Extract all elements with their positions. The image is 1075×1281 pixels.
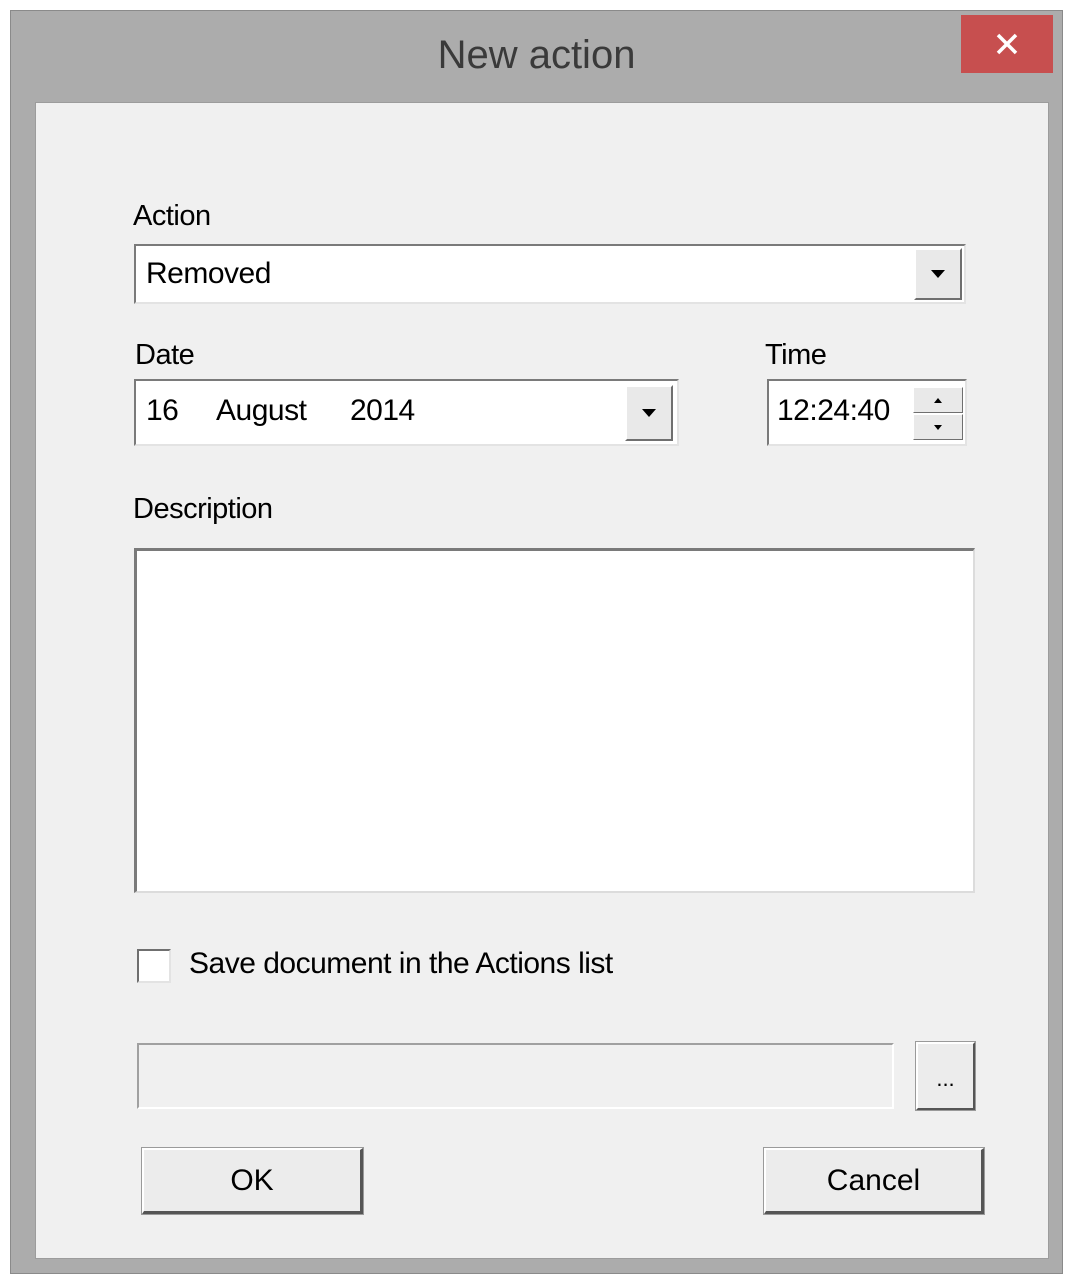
time-spin-down-button[interactable] [913, 414, 963, 440]
date-day[interactable]: 16 [146, 394, 179, 428]
spin-down-icon [934, 424, 942, 430]
cancel-button[interactable]: Cancel [763, 1147, 985, 1215]
document-path-field [137, 1043, 894, 1109]
chevron-down-icon [642, 409, 656, 417]
ok-button[interactable]: OK [141, 1147, 364, 1215]
time-picker[interactable]: 12:24:40 [767, 379, 967, 446]
browse-button[interactable]: ... [915, 1041, 976, 1111]
save-document-label[interactable]: Save document in the Actions list [189, 947, 613, 981]
time-label: Time [765, 339, 827, 371]
date-month[interactable]: August [216, 394, 307, 428]
date-picker[interactable]: 16 August 2014 [134, 379, 679, 446]
description-textarea[interactable] [134, 548, 975, 893]
dialog-body: Action Removed Date 16 August 2014 Time [35, 102, 1049, 1259]
title-bar[interactable]: New action [11, 11, 1062, 103]
close-icon [996, 33, 1018, 55]
save-document-checkbox[interactable] [137, 949, 171, 983]
close-button[interactable] [961, 15, 1053, 73]
spin-up-icon [934, 397, 942, 403]
description-label: Description [133, 493, 273, 525]
window-title: New action [437, 33, 636, 77]
time-value[interactable]: 12:24:40 [777, 394, 890, 428]
date-label: Date [135, 339, 195, 371]
action-selected-value: Removed [146, 257, 271, 290]
time-spin-up-button[interactable] [913, 387, 963, 413]
action-dropdown-button[interactable] [914, 248, 962, 300]
action-label: Action [133, 200, 211, 232]
date-year[interactable]: 2014 [350, 394, 415, 428]
action-combobox[interactable]: Removed [134, 244, 966, 304]
dialog-window: New action Action Removed Date 16 August… [10, 10, 1063, 1274]
chevron-down-icon [931, 270, 945, 278]
date-dropdown-button[interactable] [625, 385, 673, 441]
